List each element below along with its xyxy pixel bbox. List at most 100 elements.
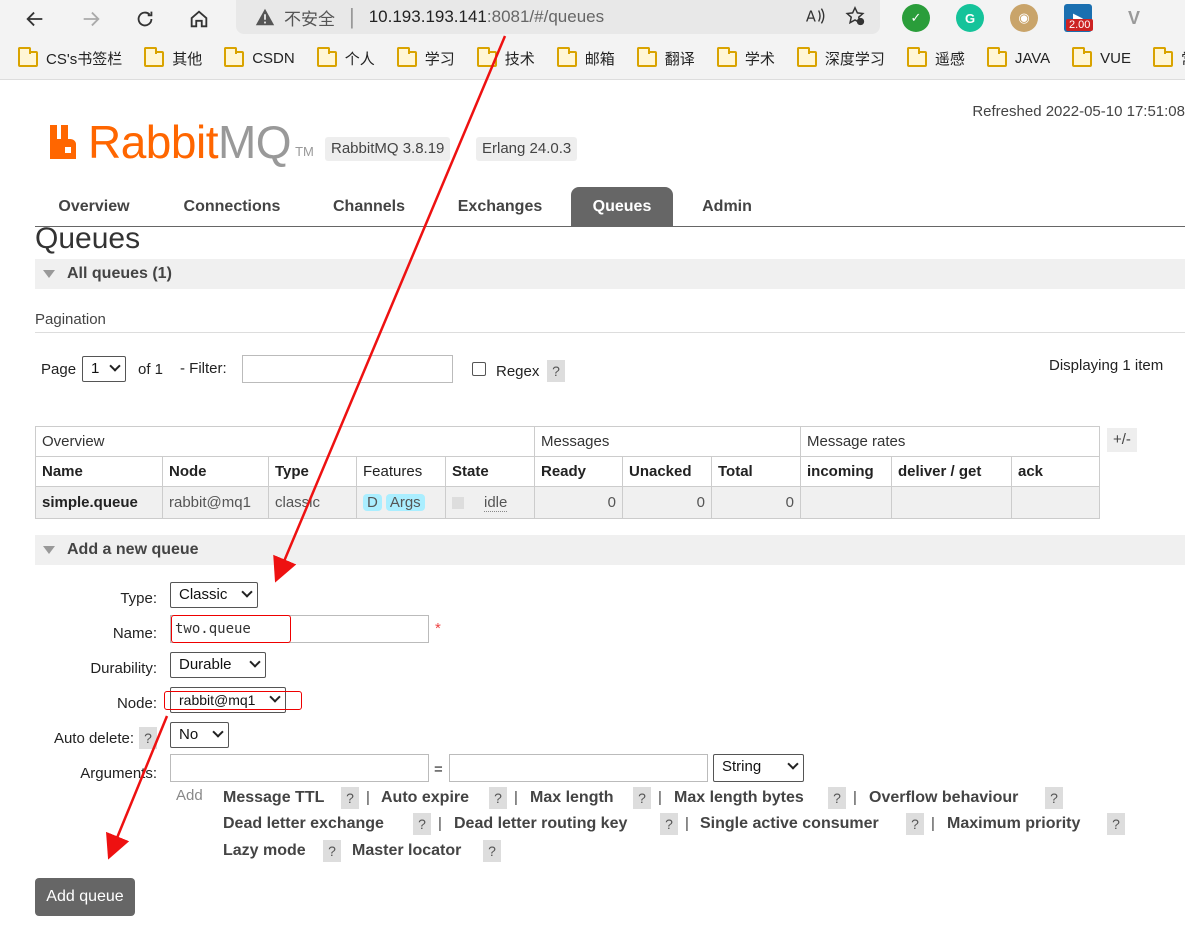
- forward-icon[interactable]: [76, 4, 106, 34]
- durability-value: Durable: [179, 656, 232, 673]
- bookmark-item[interactable]: 个人: [316, 46, 375, 69]
- folder-icon: [986, 46, 1007, 67]
- bookmark-label: CSDN: [252, 50, 295, 67]
- col-state[interactable]: State: [445, 456, 535, 487]
- add-queue-section-toggle[interactable]: Add a new queue: [35, 535, 1185, 565]
- message-ttl-help-button[interactable]: ?: [341, 787, 359, 809]
- bookmark-item[interactable]: 学术: [716, 46, 775, 69]
- dead-letter-routing-key-help-button[interactable]: ?: [660, 813, 678, 835]
- all-queues-section-toggle[interactable]: All queues (1): [35, 259, 1185, 289]
- max-length-help-button[interactable]: ?: [633, 787, 651, 809]
- auto-expire-help-button[interactable]: ?: [489, 787, 507, 809]
- queue-ack-rate: [1011, 486, 1100, 519]
- col-type[interactable]: Type: [268, 456, 357, 487]
- tab-overview[interactable]: Overview: [35, 187, 153, 227]
- read-aloud-icon[interactable]: A: [804, 5, 826, 27]
- reload-icon[interactable]: [130, 4, 160, 34]
- dead-letter-exchange-help-button[interactable]: ?: [413, 813, 431, 835]
- queue-name-link[interactable]: simple.queue: [35, 486, 163, 519]
- arg-auto-expire-link[interactable]: Auto expire: [381, 789, 469, 807]
- arguments-label: Arguments:: [80, 765, 157, 782]
- arg-master-locator-link[interactable]: Master locator: [352, 842, 461, 860]
- col-name[interactable]: Name: [35, 456, 163, 487]
- url-separator: |: [349, 4, 355, 29]
- bookmark-item[interactable]: 翻译: [636, 46, 695, 69]
- feature-args-tag[interactable]: Args: [385, 494, 425, 511]
- col-deliver-get[interactable]: deliver / get: [891, 456, 1012, 487]
- arg-message-ttl-link[interactable]: Message TTL: [223, 789, 324, 807]
- bookmark-item[interactable]: JAVA: [986, 46, 1050, 67]
- tab-channels[interactable]: Channels: [315, 187, 423, 227]
- durability-select[interactable]: Durable: [170, 652, 266, 678]
- regex-help-button[interactable]: ?: [547, 360, 565, 382]
- col-unacked[interactable]: Unacked: [622, 456, 712, 487]
- col-incoming[interactable]: incoming: [800, 456, 892, 487]
- arg-lazy-mode-link[interactable]: Lazy mode: [223, 842, 306, 860]
- lazy-mode-help-button[interactable]: ?: [323, 840, 341, 862]
- folder-icon: [716, 46, 737, 67]
- address-bar[interactable]: 不安全 | 10.193.193.141:8081/#/queues A: [236, 0, 880, 34]
- annotation-name-highlight: [171, 615, 291, 643]
- page-select[interactable]: 1: [82, 356, 126, 382]
- bookmark-item[interactable]: 常: [1153, 46, 1185, 69]
- max-length-bytes-help-button[interactable]: ?: [828, 787, 846, 809]
- add-queue-button[interactable]: Add queue: [35, 878, 135, 916]
- bookmark-item[interactable]: VUE: [1072, 46, 1131, 67]
- favorite-star-icon[interactable]: [844, 5, 866, 27]
- home-icon[interactable]: [184, 4, 214, 34]
- arg-dead-letter-routing-key-link[interactable]: Dead letter routing key: [454, 815, 627, 833]
- bookmark-item[interactable]: 学习: [396, 46, 455, 69]
- type-label: Type:: [120, 590, 157, 607]
- auto-delete-help-button[interactable]: ?: [139, 727, 157, 749]
- bookmark-item[interactable]: 深度学习: [796, 46, 885, 69]
- separator: |: [853, 789, 857, 806]
- arg-single-active-consumer-link[interactable]: Single active consumer: [700, 815, 879, 833]
- shield-extension-icon[interactable]: ✓: [902, 4, 930, 32]
- col-total[interactable]: Total: [711, 456, 801, 487]
- separator: |: [438, 815, 442, 832]
- refreshed-timestamp[interactable]: Refreshed 2022-05-10 17:51:08: [972, 103, 1185, 120]
- auto-delete-select[interactable]: No: [170, 722, 229, 748]
- argument-key-input[interactable]: [170, 754, 429, 782]
- bookmark-item[interactable]: 技术: [476, 46, 535, 69]
- bookmark-item[interactable]: 邮箱: [556, 46, 615, 69]
- bookmark-item[interactable]: CS's书签栏: [18, 46, 123, 69]
- page-title: Queues: [35, 222, 141, 255]
- maximum-priority-help-button[interactable]: ?: [1107, 813, 1125, 835]
- master-locator-help-button[interactable]: ?: [483, 840, 501, 862]
- arg-maximum-priority-link[interactable]: Maximum priority: [947, 815, 1080, 833]
- bookmark-item[interactable]: CSDN: [224, 46, 295, 67]
- bookmark-item[interactable]: 遥感: [906, 46, 965, 69]
- queue-type-select[interactable]: Classic: [170, 582, 258, 608]
- arg-dead-letter-exchange-link[interactable]: Dead letter exchange: [223, 815, 384, 833]
- grammarly-icon[interactable]: G: [956, 4, 984, 32]
- argument-type-select[interactable]: String: [713, 754, 804, 782]
- arg-overflow-behaviour-link[interactable]: Overflow behaviour: [869, 789, 1018, 807]
- regex-checkbox[interactable]: [472, 362, 486, 376]
- bookmark-label: 个人: [344, 51, 375, 68]
- tab-admin[interactable]: Admin: [685, 187, 769, 227]
- owl-extension-icon[interactable]: ◉: [1010, 4, 1038, 32]
- argument-value-input[interactable]: [449, 754, 708, 782]
- collapse-triangle-icon: [43, 546, 55, 554]
- filter-input[interactable]: [242, 355, 453, 383]
- col-ready[interactable]: Ready: [534, 456, 623, 487]
- queue-type: classic: [268, 486, 357, 519]
- single-active-consumer-help-button[interactable]: ?: [906, 813, 924, 835]
- table-row[interactable]: simple.queue rabbit@mq1 classic D Args id…: [35, 486, 1100, 519]
- bookmark-label: CS's书签栏: [46, 51, 123, 68]
- tab-queues[interactable]: Queues: [571, 187, 673, 227]
- bookmark-item[interactable]: 其他: [144, 46, 202, 69]
- v-extension-icon[interactable]: V: [1120, 4, 1148, 32]
- back-icon[interactable]: [20, 4, 50, 34]
- tab-connections[interactable]: Connections: [165, 187, 299, 227]
- separator: |: [514, 789, 518, 806]
- arg-max-length-link[interactable]: Max length: [530, 789, 614, 807]
- tab-exchanges[interactable]: Exchanges: [439, 187, 561, 227]
- overflow-behaviour-help-button[interactable]: ?: [1045, 787, 1063, 809]
- arg-max-length-bytes-link[interactable]: Max length bytes: [674, 789, 804, 807]
- columns-toggle-button[interactable]: +/-: [1107, 428, 1137, 452]
- col-node[interactable]: Node: [162, 456, 269, 487]
- rabbitmq-logo[interactable]: RabbitMQ TM: [48, 115, 314, 169]
- col-ack[interactable]: ack: [1011, 456, 1100, 487]
